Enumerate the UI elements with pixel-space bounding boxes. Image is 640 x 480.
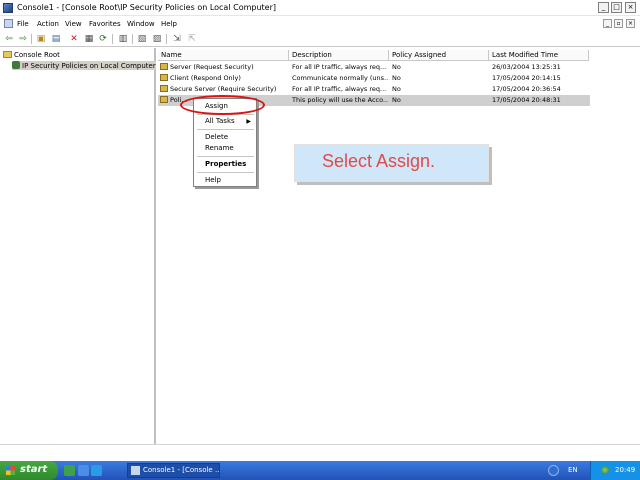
properties-icon[interactable]: ▦ [83, 33, 95, 45]
minimize-button[interactable]: _ [598, 2, 609, 13]
window-title: Console1 - [Console Root\IP Security Pol… [17, 3, 276, 12]
menu-separator [197, 156, 254, 157]
child-close-button[interactable]: × [626, 19, 635, 28]
media-player-icon[interactable] [78, 465, 89, 476]
row-assigned: No [392, 85, 401, 93]
show-hide-tree-icon[interactable]: ▤ [50, 33, 62, 45]
menu-bar: File Action View Favorites Window Help [0, 17, 640, 30]
policy-icon [160, 96, 168, 103]
instruction-text: Select Assign. [322, 151, 436, 171]
column-header-description[interactable]: Description [289, 50, 389, 61]
forward-icon[interactable]: ⇨ [17, 33, 29, 45]
row-name: Server (Request Security) [170, 63, 254, 71]
row-modified: 17/05/2004 20:36:54 [492, 85, 561, 93]
row-name: Client (Respond Only) [170, 74, 241, 82]
language-indicator[interactable]: EN [568, 466, 578, 474]
row-assigned: No [392, 63, 401, 71]
policy-icon [160, 85, 168, 92]
menu-separator [197, 172, 254, 173]
row-modified: 17/05/2004 20:48:31 [492, 96, 561, 104]
context-menu-properties[interactable]: Properties [205, 160, 246, 168]
menu-action[interactable]: Action [37, 20, 59, 28]
help-icon[interactable]: ▧ [136, 33, 148, 45]
row-description: Communicate normally (uns... [292, 74, 388, 82]
show-desktop-icon[interactable] [64, 465, 75, 476]
mmc-app-icon [131, 466, 140, 475]
taskbar-console-button[interactable]: Console1 - [Console ... [127, 463, 220, 478]
ip-security-icon [12, 61, 20, 69]
table-row[interactable]: Client (Respond Only) Communicate normal… [158, 73, 590, 84]
table-row[interactable]: Server (Request Security) For all IP tra… [158, 62, 590, 73]
export-list-icon[interactable]: ▥ [117, 33, 129, 45]
row-name: Secure Server (Require Security) [170, 85, 277, 93]
show-hidden-icons-chevron-icon[interactable] [548, 465, 559, 476]
network-tray-icon[interactable] [601, 466, 609, 474]
instruction-callout: Select Assign. [294, 144, 489, 182]
context-menu-delete[interactable]: Delete [205, 133, 228, 141]
unassign-icon[interactable]: ⇱ [186, 33, 198, 45]
row-assigned: No [392, 74, 401, 82]
tree-item-console-root[interactable]: Console Root [3, 51, 60, 59]
assign-icon[interactable]: ⇲ [171, 33, 183, 45]
windows-logo-icon [6, 466, 15, 475]
context-menu-rename[interactable]: Rename [205, 144, 234, 152]
toolbar-separator [31, 34, 32, 44]
new-policy-icon[interactable]: ▨ [151, 33, 163, 45]
row-name-cell: Client (Respond Only) [160, 73, 288, 84]
folder-icon [3, 51, 12, 58]
start-button[interactable]: start [0, 461, 58, 480]
toolbar-separator [166, 34, 167, 44]
list-header: Name Description Policy Assigned Last Mo… [158, 50, 640, 61]
menu-view[interactable]: View [65, 20, 82, 28]
row-modified: 26/03/2004 13:25:31 [492, 63, 561, 71]
context-menu-all-tasks[interactable]: All Tasks [205, 117, 235, 125]
taskbar: start Console1 - [Console ... EN 20:49 [0, 461, 640, 480]
policy-icon [160, 63, 168, 70]
clock[interactable]: 20:49 [615, 466, 635, 474]
column-header-name[interactable]: Name [158, 50, 289, 61]
console-tree-pane[interactable]: Console Root IP Security Policies on Loc… [0, 48, 156, 444]
title-bar: Console1 - [Console Root\IP Security Pol… [0, 0, 640, 16]
highlight-ring [180, 95, 265, 115]
row-description: For all IP traffic, always req... [292, 63, 387, 71]
row-name-cell: Secure Server (Require Security) [160, 84, 288, 95]
context-menu-help[interactable]: Help [205, 176, 221, 184]
row-description: This policy will use the Acco... [292, 96, 388, 104]
menu-help[interactable]: Help [161, 20, 177, 28]
row-assigned: No [392, 96, 401, 104]
toolbar-separator [132, 34, 133, 44]
menu-file[interactable]: File [17, 20, 29, 28]
menu-favorites[interactable]: Favorites [89, 20, 121, 28]
column-header-policy-assigned[interactable]: Policy Assigned [389, 50, 489, 61]
internet-explorer-icon[interactable] [91, 465, 102, 476]
row-name-cell: Server (Request Security) [160, 62, 288, 73]
status-bar [0, 444, 640, 460]
mmc-app-icon[interactable] [3, 3, 13, 13]
tree-item-label: Console Root [14, 51, 60, 59]
submenu-arrow-icon: ▶ [246, 118, 251, 125]
menu-window[interactable]: Window [127, 20, 155, 28]
row-description: For all IP traffic, always req... [292, 85, 387, 93]
table-row[interactable]: Secure Server (Require Security) For all… [158, 84, 590, 95]
delete-icon[interactable]: ✕ [68, 33, 80, 45]
refresh-icon[interactable]: ⟳ [97, 33, 109, 45]
close-button[interactable]: × [625, 2, 636, 13]
system-tray: 20:49 [590, 461, 640, 480]
task-label: Console1 - [Console ... [143, 466, 220, 474]
policy-icon [160, 74, 168, 81]
child-minimize-button[interactable]: _ [603, 19, 612, 28]
document-icon[interactable] [4, 19, 13, 28]
child-restore-button[interactable]: ▫ [614, 19, 623, 28]
menu-separator [197, 129, 254, 130]
toolbar-separator [112, 34, 113, 44]
row-modified: 17/05/2004 20:14:15 [492, 74, 561, 82]
maximize-button[interactable]: □ [611, 2, 622, 13]
start-label: start [20, 464, 48, 475]
toolbar: ⇦ ⇨ ▣ ▤ ✕ ▦ ⟳ ▥ ▧ ▨ ⇲ ⇱ [0, 31, 640, 47]
up-folder-icon[interactable]: ▣ [35, 33, 47, 45]
tree-item-ip-security-policies[interactable]: IP Security Policies on Local Computer [12, 61, 156, 70]
column-header-last-modified[interactable]: Last Modified Time [489, 50, 589, 61]
back-icon[interactable]: ⇦ [3, 33, 15, 45]
tree-item-label: IP Security Policies on Local Computer [22, 62, 156, 70]
